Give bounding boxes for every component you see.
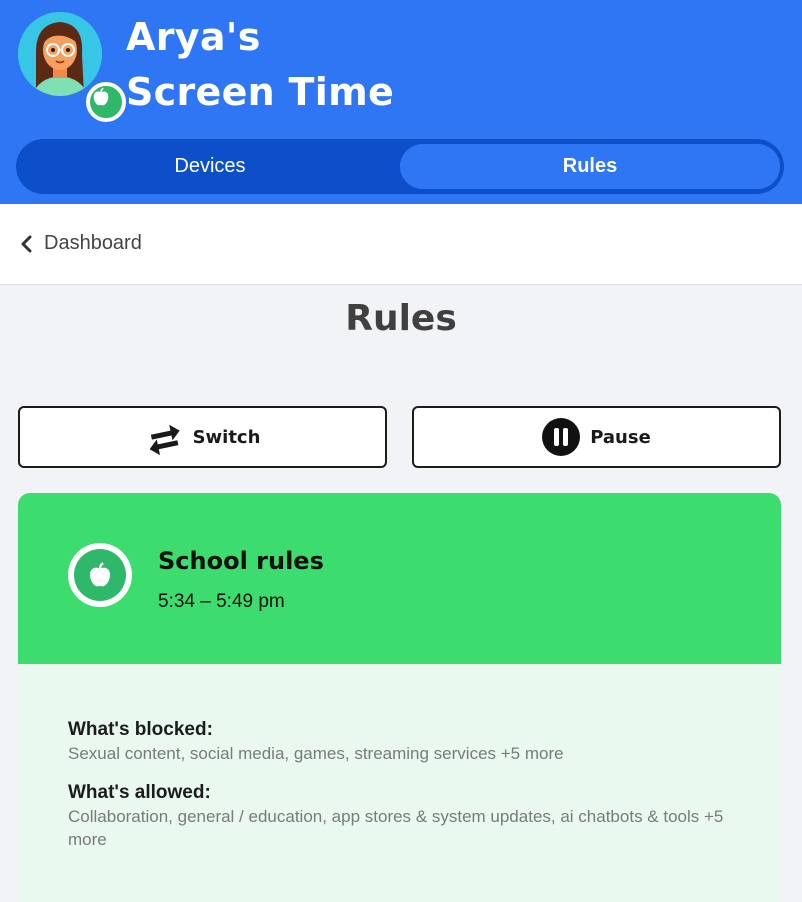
rule-card[interactable]: School rules 5:34 – 5:49 pm What's block…: [18, 493, 781, 902]
switch-button[interactable]: Switch: [18, 406, 387, 468]
pause-button[interactable]: Pause: [412, 406, 781, 468]
tab-rules[interactable]: Rules: [400, 144, 780, 189]
pause-button-label: Pause: [590, 426, 651, 448]
switch-button-label: Switch: [192, 426, 261, 448]
back-link-label: Dashboard: [44, 232, 142, 254]
apple-icon: [90, 562, 110, 587]
header-title-subtitle: Screen Time: [126, 70, 395, 114]
pause-icon: [542, 418, 581, 456]
apple-icon: [93, 87, 109, 106]
header-title: Arya's Screen Time: [126, 10, 394, 120]
back-to-dashboard-link[interactable]: Dashboard: [20, 232, 142, 255]
child-avatar[interactable]: [18, 12, 126, 122]
rule-time-range: 5:34 – 5:49 pm: [158, 591, 285, 612]
rule-icon: [68, 543, 132, 607]
blocked-label: What's blocked:: [68, 719, 213, 740]
rule-name: School rules: [158, 547, 324, 575]
blocked-section: What's blocked: Sexual content, social m…: [68, 718, 748, 765]
app-header: Arya's Screen Time Devices Rules: [0, 0, 802, 204]
blocked-value: Sexual content, social media, games, str…: [68, 744, 564, 763]
header-title-name: Arya's: [126, 15, 261, 59]
segmented-tabs: Devices Rules: [16, 139, 784, 194]
allowed-section: What's allowed: Collaboration, general /…: [68, 781, 748, 851]
tab-devices[interactable]: Devices: [20, 144, 400, 189]
chevron-left-icon: [21, 235, 32, 252]
avatar-illustration: [18, 12, 102, 96]
rule-card-header: School rules 5:34 – 5:49 pm: [18, 493, 781, 664]
page-title: Rules: [345, 298, 457, 339]
apple-badge-icon: [86, 82, 126, 122]
breadcrumb: Dashboard: [0, 204, 802, 285]
swap-arrows-icon: [145, 418, 183, 456]
allowed-label: What's allowed:: [68, 782, 211, 803]
allowed-value: Collaboration, general / education, app …: [68, 807, 724, 849]
